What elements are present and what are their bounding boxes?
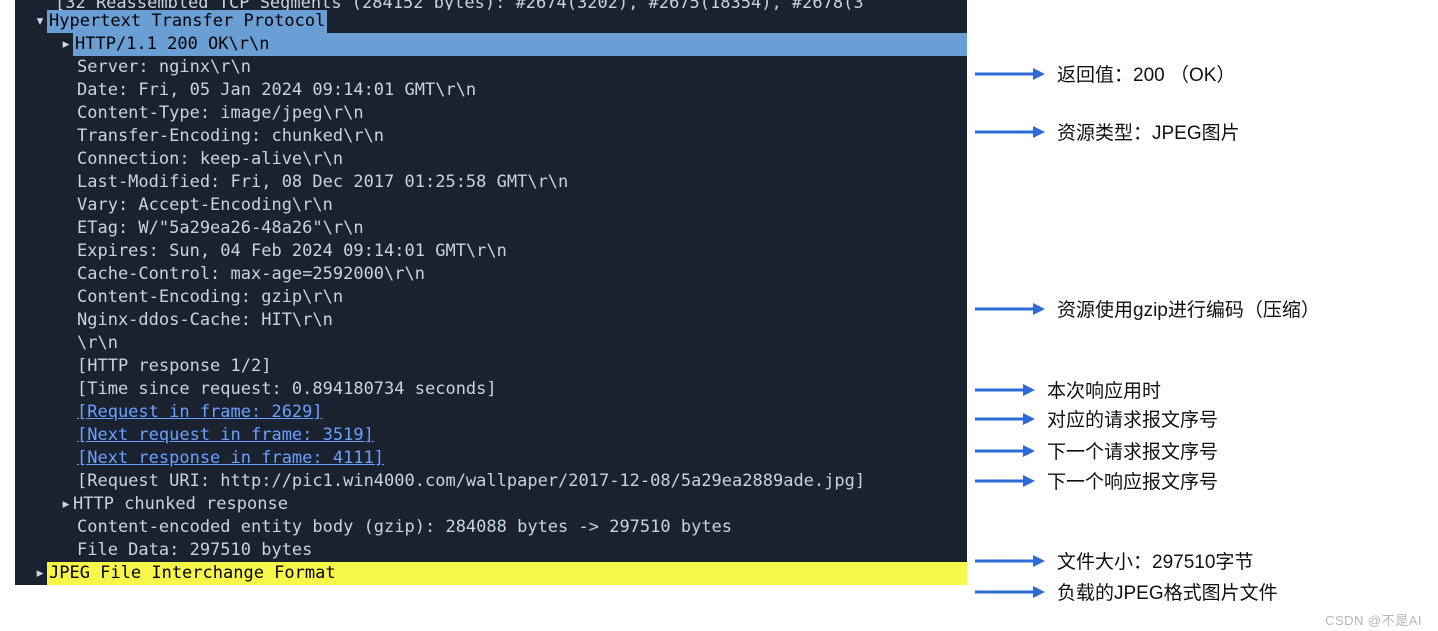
annotations-layer: 返回值：200 （OK） 资源类型：JPEG图片 资源使用gzip进行编码（压缩… xyxy=(975,0,1435,631)
header-line[interactable]: Content-Encoding: gzip\r\n xyxy=(15,286,967,309)
meta-link-line[interactable]: [Request in frame: 2629] xyxy=(15,401,967,424)
annotation-text: 资源使用gzip进行编码（压缩） xyxy=(1057,295,1320,322)
chunked-row[interactable]: ▸ HTTP chunked response xyxy=(15,493,967,516)
header-line[interactable]: Expires: Sun, 04 Feb 2024 09:14:01 GMT\r… xyxy=(15,240,967,263)
header-line[interactable]: Last-Modified: Fri, 08 Dec 2017 01:25:58… xyxy=(15,171,967,194)
annotation-text: 下一个请求报文序号 xyxy=(1047,437,1218,464)
http-status-row[interactable]: ▸ HTTP/1.1 200 OK\r\n xyxy=(15,33,967,56)
header-line[interactable]: ETag: W/"5a29ea26-48a26"\r\n xyxy=(15,217,967,240)
annotation-text: 资源类型：JPEG图片 xyxy=(1057,118,1240,145)
watermark: CSDN @不是AI xyxy=(1325,610,1422,629)
http-protocol-label: Hypertext Transfer Protocol xyxy=(47,10,327,33)
meta-link-line[interactable]: [Next request in frame: 3519] xyxy=(15,424,967,447)
header-line[interactable]: Nginx-ddos-Cache: HIT\r\n xyxy=(15,309,967,332)
http-status-line: HTTP/1.1 200 OK\r\n xyxy=(73,33,967,56)
arrow-right-icon xyxy=(975,553,1045,569)
arrow-right-icon xyxy=(975,301,1045,317)
chevron-right-icon[interactable]: ▸ xyxy=(33,562,47,585)
annotation-next-response: 下一个响应报文序号 xyxy=(975,467,1218,494)
chevron-down-icon[interactable]: ▾ xyxy=(33,10,47,33)
arrow-right-icon xyxy=(975,411,1035,427)
header-line[interactable]: Transfer-Encoding: chunked\r\n xyxy=(15,125,967,148)
chevron-right-icon[interactable]: ▸ xyxy=(59,493,73,516)
annotation-text: 文件大小：297510字节 xyxy=(1057,547,1253,574)
annotation-content-type: 资源类型：JPEG图片 xyxy=(975,118,1240,145)
annotation-jpeg-payload: 负载的JPEG格式图片文件 xyxy=(975,578,1278,605)
annotation-return-code: 返回值：200 （OK） xyxy=(975,60,1235,87)
annotation-response-time: 本次响应用时 xyxy=(975,376,1161,403)
entity-body-row[interactable]: Content-encoded entity body (gzip): 2840… xyxy=(15,516,967,539)
chevron-right-icon[interactable]: ▸ xyxy=(59,33,73,56)
meta-line[interactable]: [HTTP response 1/2] xyxy=(15,355,967,378)
jpeg-format-row[interactable]: ▸ JPEG File Interchange Format xyxy=(15,562,967,585)
file-data-row[interactable]: File Data: 297510 bytes xyxy=(15,539,967,562)
arrow-right-icon xyxy=(975,584,1045,600)
annotation-content-encoding: 资源使用gzip进行编码（压缩） xyxy=(975,295,1320,322)
header-line[interactable]: Cache-Control: max-age=2592000\r\n xyxy=(15,263,967,286)
meta-link-line[interactable]: [Next response in frame: 4111] xyxy=(15,447,967,470)
annotation-text: 返回值：200 （OK） xyxy=(1057,60,1235,87)
header-line[interactable]: Vary: Accept-Encoding\r\n xyxy=(15,194,967,217)
http-protocol-row[interactable]: ▾ Hypertext Transfer Protocol xyxy=(15,10,967,33)
header-line[interactable]: Content-Type: image/jpeg\r\n xyxy=(15,102,967,125)
annotation-text: 负载的JPEG格式图片文件 xyxy=(1057,578,1278,605)
jpeg-format-label: JPEG File Interchange Format xyxy=(47,562,967,585)
header-line[interactable]: \r\n xyxy=(15,332,967,355)
arrow-right-icon xyxy=(975,124,1045,140)
arrow-right-icon xyxy=(975,382,1035,398)
meta-line[interactable]: [Time since request: 0.894180734 seconds… xyxy=(15,378,967,401)
header-line[interactable]: Connection: keep-alive\r\n xyxy=(15,148,967,171)
annotation-request-frame: 对应的请求报文序号 xyxy=(975,405,1218,432)
packet-details-panel: [32 Reassembled TCP Segments (284152 byt… xyxy=(15,0,967,585)
truncated-row: [32 Reassembled TCP Segments (284152 byt… xyxy=(15,0,967,10)
meta-line[interactable]: [Request URI: http://pic1.win4000.com/wa… xyxy=(15,470,967,493)
header-line[interactable]: Server: nginx\r\n xyxy=(15,56,967,79)
arrow-right-icon xyxy=(975,443,1035,459)
annotation-next-request: 下一个请求报文序号 xyxy=(975,437,1218,464)
annotation-text: 本次响应用时 xyxy=(1047,376,1161,403)
arrow-right-icon xyxy=(975,473,1035,489)
annotation-text: 对应的请求报文序号 xyxy=(1047,405,1218,432)
annotation-text: 下一个响应报文序号 xyxy=(1047,467,1218,494)
header-line[interactable]: Date: Fri, 05 Jan 2024 09:14:01 GMT\r\n xyxy=(15,79,967,102)
annotation-file-size: 文件大小：297510字节 xyxy=(975,547,1253,574)
arrow-right-icon xyxy=(975,66,1045,82)
